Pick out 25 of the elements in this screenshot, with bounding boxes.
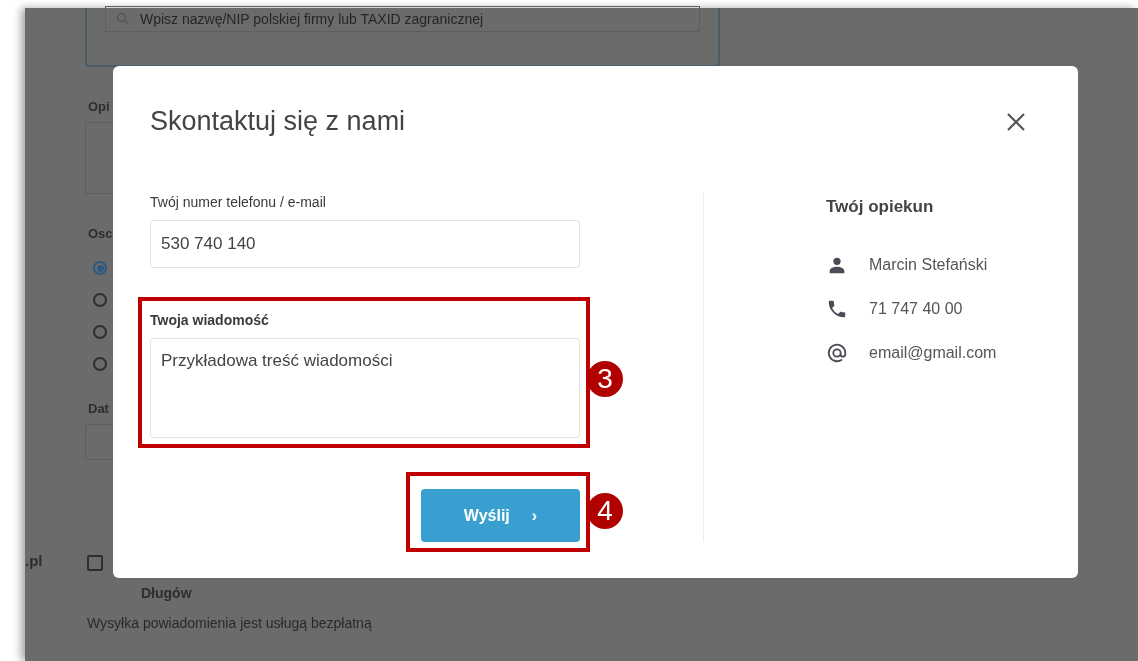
section-label: Dat <box>88 401 110 416</box>
close-icon[interactable] <box>1005 110 1027 133</box>
radio-button[interactable] <box>93 261 107 275</box>
field-label: Twoja wiadomość <box>150 312 270 328</box>
advisor-detail: email@gmail.com <box>869 344 997 362</box>
advisor-detail: 71 747 40 00 <box>869 300 963 318</box>
step-number: 3 <box>587 361 623 397</box>
message-field[interactable]: Przykładowa treść wiadomości <box>150 338 580 438</box>
dialog-title: Skontaktuj się z nami <box>150 106 406 137</box>
checkbox[interactable] <box>87 555 103 571</box>
radio-button[interactable] <box>93 293 107 307</box>
step-number: 4 <box>587 493 623 529</box>
info-text: Wysyłka powiadomienia jest usługą bezpłatną <box>87 615 373 631</box>
field-label: Twój numer telefonu / e-mail <box>150 194 327 210</box>
advisor-detail: Marcin Stefański <box>869 256 988 274</box>
partial-text: .pl <box>25 552 44 569</box>
checkbox-label: Długów <box>141 585 193 601</box>
at-sign-icon <box>826 342 848 364</box>
section-label: Osc <box>88 226 114 241</box>
section-label: Opi <box>88 99 111 114</box>
advisor-heading: Twój opiekun <box>826 197 935 217</box>
radio-button[interactable] <box>93 325 107 339</box>
contact-field[interactable]: 530 740 140 <box>150 220 580 268</box>
radio-button[interactable] <box>93 357 107 371</box>
phone-icon <box>826 298 848 320</box>
